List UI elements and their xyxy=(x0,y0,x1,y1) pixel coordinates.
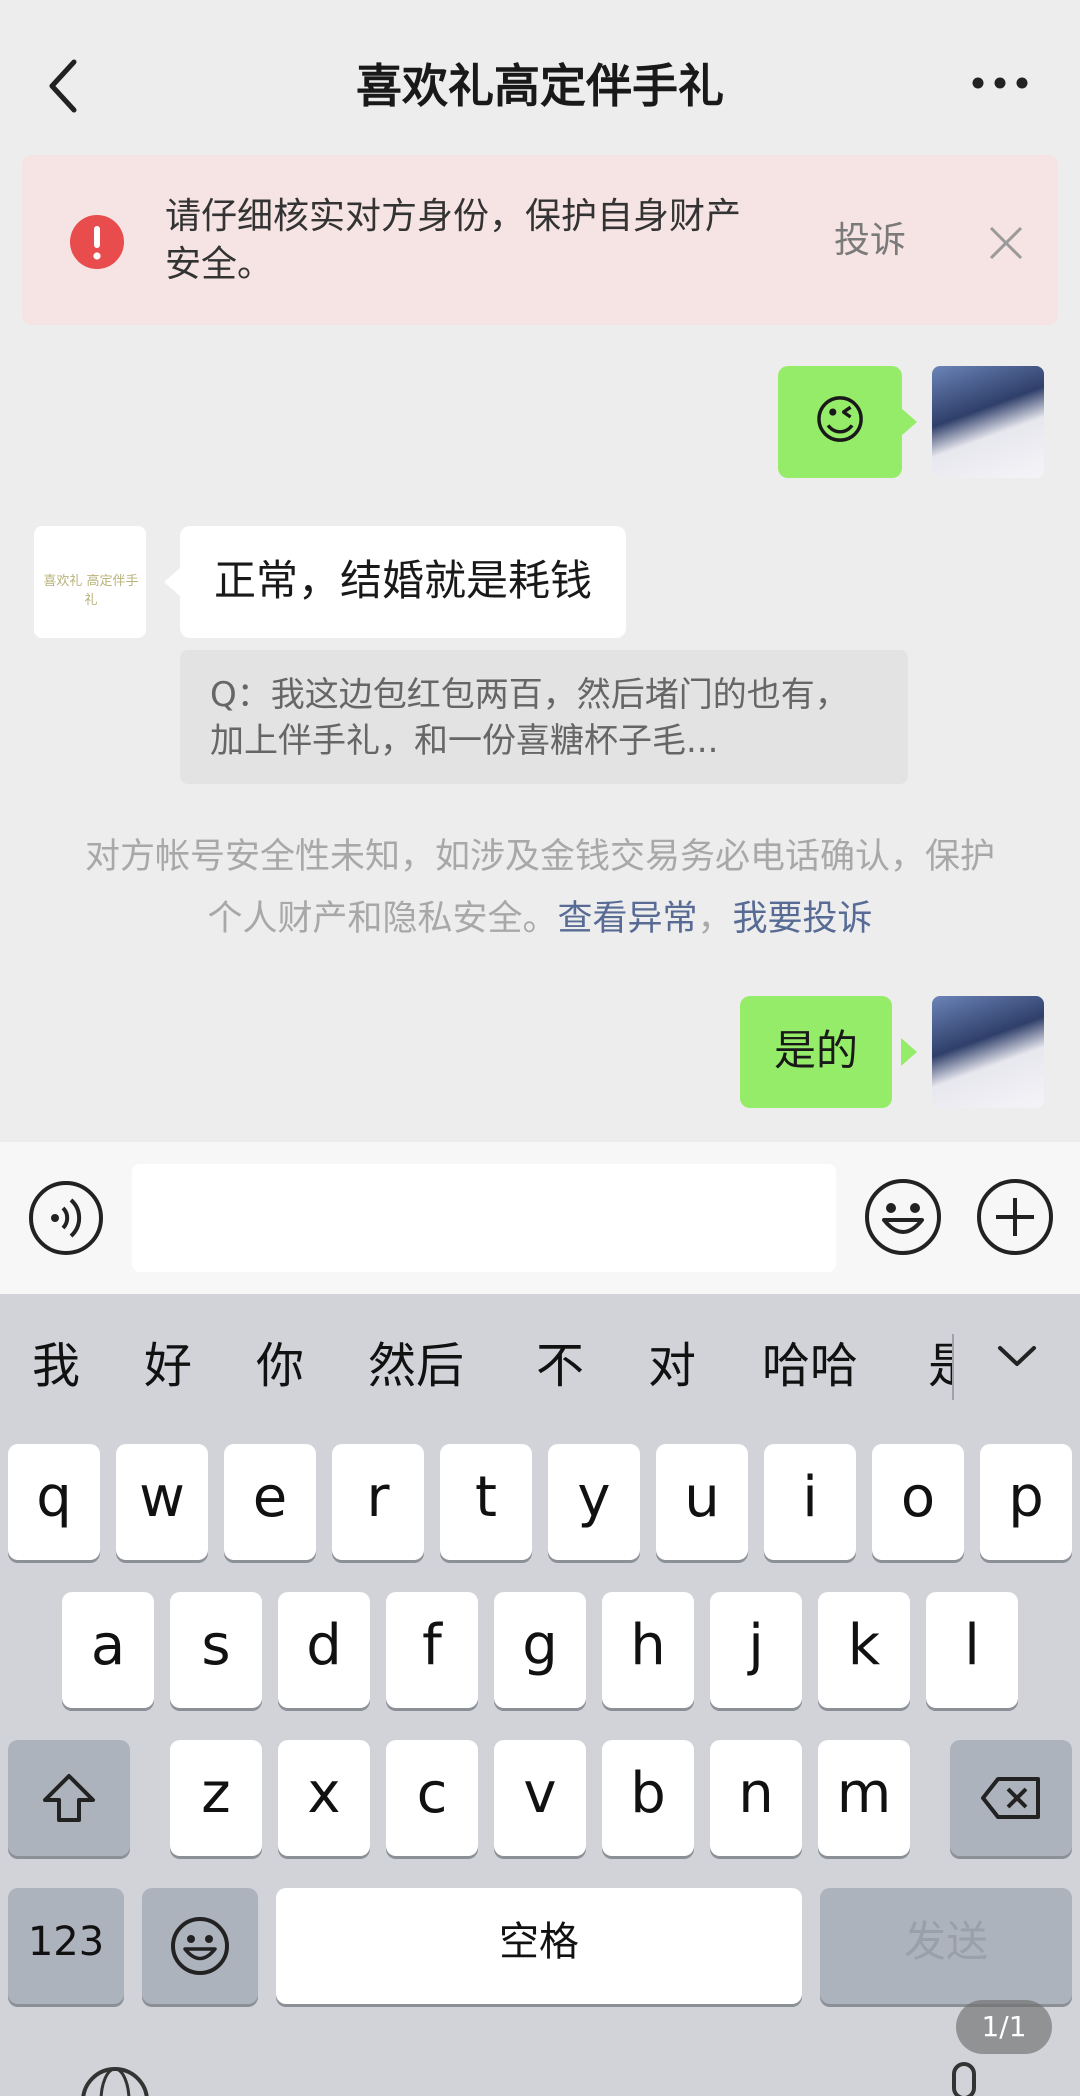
key-u[interactable]: u xyxy=(656,1444,748,1560)
key-t[interactable]: t xyxy=(440,1444,532,1560)
candidate-separator xyxy=(952,1334,954,1400)
emoji-face-icon xyxy=(171,1917,229,1975)
bubble-tail xyxy=(901,1038,917,1066)
close-icon[interactable] xyxy=(988,225,1024,261)
key-r[interactable]: r xyxy=(332,1444,424,1560)
microphone-icon[interactable] xyxy=(944,2062,984,2096)
send-key[interactable]: 发送 xyxy=(820,1888,1072,2004)
key-p[interactable]: p xyxy=(980,1444,1072,1560)
candidate-word[interactable]: 你 xyxy=(256,1336,304,1396)
message-bubble-sent[interactable]: 是的 xyxy=(740,996,893,1108)
candidate-word[interactable]: 不 xyxy=(536,1336,584,1396)
key-m[interactable]: m xyxy=(818,1740,910,1856)
backspace-key[interactable] xyxy=(950,1740,1072,1856)
emoji-message: 😉 xyxy=(812,391,868,451)
key-a[interactable]: a xyxy=(62,1592,154,1708)
emoji-key[interactable] xyxy=(142,1888,258,2004)
bubble-tail xyxy=(164,568,180,596)
view-anomaly-link[interactable]: 查看异常 xyxy=(557,899,697,939)
globe-icon[interactable] xyxy=(80,2066,150,2096)
backspace-icon xyxy=(981,1777,1040,1819)
key-w[interactable]: w xyxy=(116,1444,208,1560)
key-v[interactable]: v xyxy=(494,1740,586,1856)
numbers-key[interactable]: 123 xyxy=(8,1888,124,2004)
candidate-bar: 我 好 你 然后 不 对 哈哈 是 xyxy=(0,1294,1080,1444)
key-j[interactable]: j xyxy=(710,1592,802,1708)
key-n[interactable]: n xyxy=(710,1740,802,1856)
contact-logo-text: 喜欢礼 高定伴手礼 xyxy=(43,574,139,608)
candidate-word[interactable]: 然后 xyxy=(368,1336,464,1396)
alert-icon xyxy=(70,215,124,269)
key-d[interactable]: d xyxy=(278,1592,370,1708)
candidate-word[interactable]: 对 xyxy=(648,1336,696,1396)
key-s[interactable]: s xyxy=(170,1592,262,1708)
chat-header: 喜欢礼高定伴手礼 xyxy=(0,0,1080,160)
message-bubble-received[interactable]: 正常，结婚就是耗钱 xyxy=(180,526,627,638)
contact-avatar[interactable]: 喜欢礼 高定伴手礼 xyxy=(34,526,146,638)
key-h[interactable]: h xyxy=(602,1592,694,1708)
candidate-word[interactable]: 好 xyxy=(144,1336,192,1396)
key-e[interactable]: e xyxy=(224,1444,316,1560)
key-f[interactable]: f xyxy=(386,1592,478,1708)
page-indicator: 1/1 xyxy=(956,2000,1052,2054)
key-b[interactable]: b xyxy=(602,1740,694,1856)
my-avatar[interactable] xyxy=(932,366,1044,478)
more-options-icon[interactable] xyxy=(970,68,1030,98)
message-bubble-sent[interactable]: 😉 xyxy=(778,366,902,478)
report-link[interactable]: 我要投诉 xyxy=(733,899,873,939)
key-c[interactable]: c xyxy=(386,1740,478,1856)
my-avatar[interactable] xyxy=(932,996,1044,1108)
chat-title: 喜欢礼高定伴手礼 xyxy=(356,59,724,113)
message-text-input[interactable] xyxy=(132,1164,836,1272)
key-y[interactable]: y xyxy=(548,1444,640,1560)
key-k[interactable]: k xyxy=(818,1592,910,1708)
security-warning-banner: 请仔细核实对方身份，保护自身财产安全。 投诉 xyxy=(22,155,1058,325)
shift-arrow-icon xyxy=(43,1774,95,1822)
key-i[interactable]: i xyxy=(764,1444,856,1560)
safety-notice: 对方帐号安全性未知，如涉及金钱交易务必电话确认，保护个人财产和隐私安全。查看异常… xyxy=(80,826,1000,950)
ios-keyboard: 我 好 你 然后 不 对 哈哈 是 q w e r t y u i o p a … xyxy=(0,1294,1080,2096)
candidate-word[interactable]: 是 xyxy=(928,1336,952,1396)
more-functions-plus-icon[interactable] xyxy=(976,1178,1054,1256)
banner-complain-link[interactable]: 投诉 xyxy=(834,217,906,265)
chevron-down-icon[interactable] xyxy=(992,1332,1042,1382)
candidate-word[interactable]: 哈哈 xyxy=(762,1336,858,1396)
key-q[interactable]: q xyxy=(8,1444,100,1560)
banner-text: 请仔细核实对方身份，保护自身财产安全。 xyxy=(165,196,742,285)
voice-input-icon[interactable] xyxy=(28,1180,104,1256)
candidate-word[interactable]: 我 xyxy=(32,1336,80,1396)
bubble-tail xyxy=(901,408,917,436)
key-g[interactable]: g xyxy=(494,1592,586,1708)
key-o[interactable]: o xyxy=(872,1444,964,1560)
emoji-picker-icon[interactable] xyxy=(864,1178,942,1256)
message-input-bar xyxy=(0,1142,1080,1294)
notice-separator: ， xyxy=(697,899,733,939)
key-l[interactable]: l xyxy=(926,1592,1018,1708)
shift-key[interactable] xyxy=(8,1740,130,1856)
space-key[interactable]: 空格 xyxy=(276,1888,802,2004)
quoted-message[interactable]: Q：我这边包红包两百，然后堵门的也有，加上伴手礼，和一份喜糖杯子毛... xyxy=(180,650,908,784)
key-z[interactable]: z xyxy=(170,1740,262,1856)
key-x[interactable]: x xyxy=(278,1740,370,1856)
